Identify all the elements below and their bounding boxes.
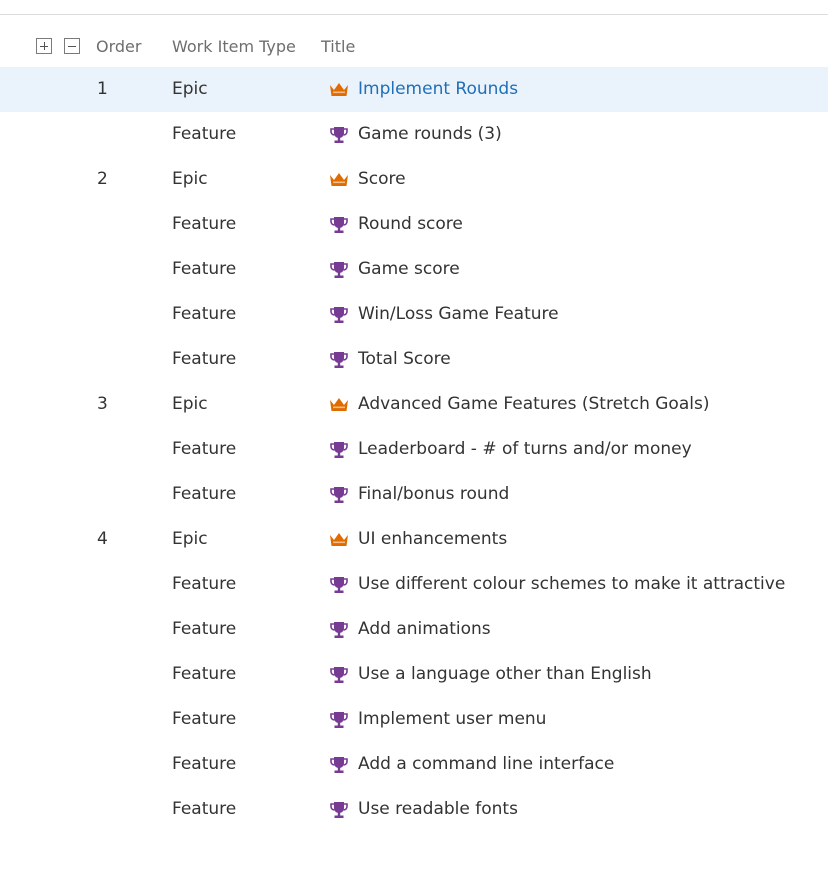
work-item-type-cell: Feature bbox=[172, 754, 237, 774]
table-row[interactable]: 2 Epic Score bbox=[0, 157, 828, 202]
title-link[interactable]: Total Score bbox=[358, 337, 451, 382]
title-link[interactable]: Add a command line interface bbox=[358, 742, 614, 787]
table-row[interactable]: Feature Final/bonus round bbox=[0, 472, 828, 517]
work-item-type-cell: Feature bbox=[172, 304, 237, 324]
title-link[interactable]: Game rounds (3) bbox=[358, 112, 502, 157]
work-item-type-cell: Epic bbox=[172, 394, 208, 414]
trophy-icon bbox=[329, 710, 349, 730]
work-item-type-cell: Feature bbox=[172, 259, 237, 279]
crown-icon bbox=[329, 395, 349, 415]
work-item-type-cell: Feature bbox=[172, 214, 237, 234]
order-cell: 2 bbox=[97, 169, 108, 189]
trophy-icon bbox=[329, 485, 349, 505]
table-row[interactable]: Feature Implement user menu bbox=[0, 697, 828, 742]
table-row[interactable]: Feature Game rounds (3) bbox=[0, 112, 828, 157]
trophy-icon bbox=[329, 350, 349, 370]
table-row[interactable]: Feature Leaderboard - # of turns and/or m… bbox=[0, 427, 828, 472]
crown-icon bbox=[329, 170, 349, 190]
trophy-icon bbox=[329, 620, 349, 640]
crown-icon bbox=[329, 80, 349, 100]
table-row[interactable]: Feature Total Score bbox=[0, 337, 828, 382]
title-link[interactable]: Win/Loss Game Feature bbox=[358, 292, 559, 337]
title-link[interactable]: Implement user menu bbox=[358, 697, 546, 742]
title-link[interactable]: UI enhancements bbox=[358, 517, 507, 562]
table-row[interactable]: Feature Win/Loss Game Feature bbox=[0, 292, 828, 337]
column-header-title[interactable]: Title bbox=[321, 37, 355, 56]
grid-header: Order Work Item Type Title bbox=[0, 25, 828, 67]
work-item-type-cell: Feature bbox=[172, 349, 237, 369]
table-row[interactable]: Feature Add animations bbox=[0, 607, 828, 652]
work-item-type-cell: Feature bbox=[172, 619, 237, 639]
work-item-type-cell: Feature bbox=[172, 574, 237, 594]
collapse-all-button[interactable] bbox=[64, 38, 80, 54]
table-row[interactable]: Feature Use readable fonts bbox=[0, 787, 828, 832]
minus-box-icon bbox=[68, 45, 76, 47]
title-link[interactable]: Use readable fonts bbox=[358, 787, 518, 832]
trophy-icon bbox=[329, 440, 349, 460]
work-item-type-cell: Epic bbox=[172, 79, 208, 99]
work-item-type-cell: Feature bbox=[172, 124, 237, 144]
grid-body: 1 Epic Implement Rounds Feature Game rounds … bbox=[0, 67, 828, 832]
top-divider bbox=[0, 14, 828, 15]
work-item-type-cell: Feature bbox=[172, 439, 237, 459]
trophy-icon bbox=[329, 575, 349, 595]
trophy-icon bbox=[329, 260, 349, 280]
plus-box-icon-vertical bbox=[43, 42, 45, 50]
table-row[interactable]: 4 Epic UI enhancements bbox=[0, 517, 828, 562]
trophy-icon bbox=[329, 665, 349, 685]
table-row[interactable]: Feature Game score bbox=[0, 247, 828, 292]
title-link[interactable]: Leaderboard - # of turns and/or money bbox=[358, 427, 692, 472]
title-link[interactable]: Use a language other than English bbox=[358, 652, 652, 697]
title-link[interactable]: Use different colour schemes to make it … bbox=[358, 562, 785, 607]
work-item-type-cell: Epic bbox=[172, 529, 208, 549]
work-item-type-cell: Feature bbox=[172, 664, 237, 684]
trophy-icon bbox=[329, 305, 349, 325]
work-item-type-cell: Epic bbox=[172, 169, 208, 189]
table-row[interactable]: Feature Add a command line interface bbox=[0, 742, 828, 787]
work-item-type-cell: Feature bbox=[172, 709, 237, 729]
order-cell: 4 bbox=[97, 529, 108, 549]
title-link[interactable]: Score bbox=[358, 157, 406, 202]
crown-icon bbox=[329, 530, 349, 550]
trophy-icon bbox=[329, 755, 349, 775]
trophy-icon bbox=[329, 125, 349, 145]
title-link[interactable]: Round score bbox=[358, 202, 463, 247]
table-row[interactable]: 1 Epic Implement Rounds bbox=[0, 67, 828, 112]
table-row[interactable]: 3 Epic Advanced Game Features (Stretch Goa… bbox=[0, 382, 828, 427]
order-cell: 1 bbox=[97, 79, 108, 99]
title-link[interactable]: Advanced Game Features (Stretch Goals) bbox=[358, 382, 709, 427]
title-link[interactable]: Add animations bbox=[358, 607, 491, 652]
trophy-icon bbox=[329, 215, 349, 235]
order-cell: 3 bbox=[97, 394, 108, 414]
table-row[interactable]: Feature Use different colour schemes to m… bbox=[0, 562, 828, 607]
work-item-type-cell: Feature bbox=[172, 799, 237, 819]
expand-all-button[interactable] bbox=[36, 38, 52, 54]
table-row[interactable]: Feature Round score bbox=[0, 202, 828, 247]
title-link[interactable]: Game score bbox=[358, 247, 460, 292]
backlog-grid: Order Work Item Type Title 1 Epic Implemen… bbox=[0, 25, 828, 832]
title-link[interactable]: Implement Rounds bbox=[358, 67, 518, 112]
title-link[interactable]: Final/bonus round bbox=[358, 472, 509, 517]
table-row[interactable]: Feature Use a language other than English bbox=[0, 652, 828, 697]
trophy-icon bbox=[329, 800, 349, 820]
column-header-order[interactable]: Order bbox=[96, 37, 141, 56]
column-header-work-item-type[interactable]: Work Item Type bbox=[172, 37, 296, 56]
work-item-type-cell: Feature bbox=[172, 484, 237, 504]
